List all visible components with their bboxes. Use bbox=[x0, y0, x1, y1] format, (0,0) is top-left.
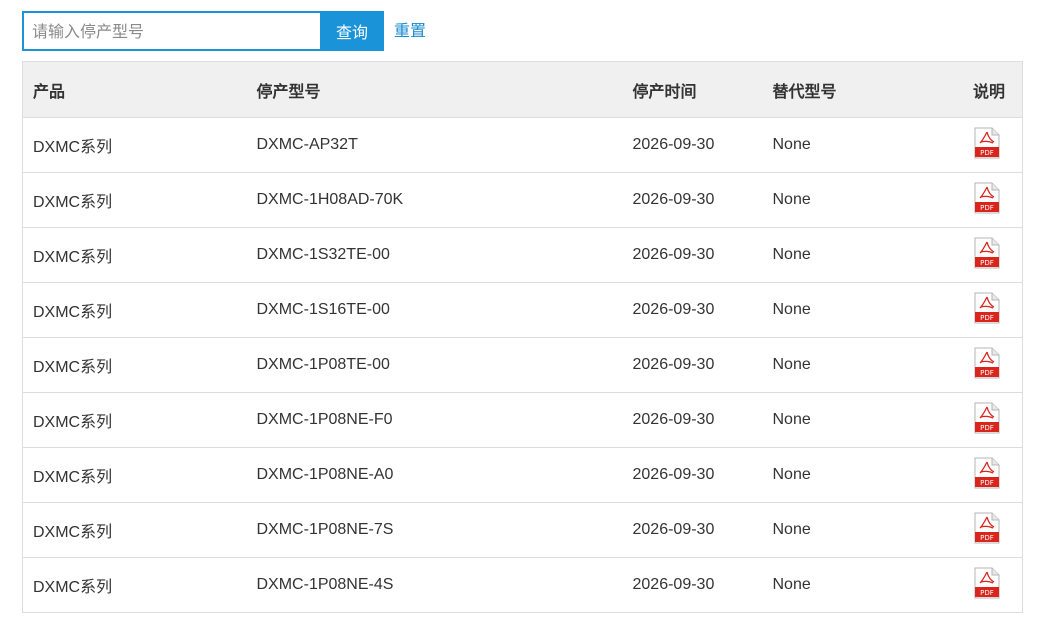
cell-product: DXMC系列 bbox=[33, 414, 113, 431]
pdf-icon[interactable]: PDF bbox=[974, 127, 1000, 164]
table-header-row: 产品 停产型号 停产时间 替代型号 说明 bbox=[22, 61, 1023, 118]
cell-model: DXMC-1P08NE-7S bbox=[256, 521, 394, 538]
cell-date: 2026-09-30 bbox=[632, 576, 715, 593]
cell-date: 2026-09-30 bbox=[632, 521, 715, 538]
cell-date: 2026-09-30 bbox=[632, 301, 715, 318]
search-input[interactable] bbox=[22, 11, 320, 51]
cell-doc: PDF bbox=[923, 283, 1023, 338]
pdf-icon[interactable]: PDF bbox=[974, 182, 1000, 219]
cell-product: DXMC系列 bbox=[33, 524, 113, 541]
header-doc: 说明 bbox=[922, 61, 1023, 118]
cell-model: DXMC-1P08NE-4S bbox=[256, 576, 394, 593]
cell-doc: PDF bbox=[923, 228, 1023, 283]
search-button[interactable]: 查询 bbox=[320, 11, 384, 51]
table-body: DXMC系列 DXMC-AP32T 2026-09-30 None PDF DX… bbox=[22, 118, 1023, 613]
table-row: DXMC系列 DXMC-1P08NE-A0 2026-09-30 None PD… bbox=[22, 448, 1023, 503]
cell-product: DXMC系列 bbox=[33, 249, 113, 266]
cell-replacement: None bbox=[772, 356, 811, 373]
cell-doc: PDF bbox=[923, 503, 1023, 558]
table-row: DXMC系列 DXMC-1P08TE-00 2026-09-30 None PD… bbox=[22, 338, 1023, 393]
cell-doc: PDF bbox=[923, 558, 1023, 613]
cell-model: DXMC-1S32TE-00 bbox=[256, 246, 390, 263]
cell-model: DXMC-1S16TE-00 bbox=[256, 301, 390, 318]
header-replacement: 替代型号 bbox=[762, 61, 923, 118]
svg-text:PDF: PDF bbox=[980, 534, 994, 542]
cell-date: 2026-09-30 bbox=[632, 466, 715, 483]
cell-date: 2026-09-30 bbox=[632, 356, 715, 373]
svg-text:PDF: PDF bbox=[980, 259, 994, 267]
pdf-icon[interactable]: PDF bbox=[974, 512, 1000, 549]
cell-product: DXMC系列 bbox=[33, 359, 113, 376]
cell-replacement: None bbox=[772, 521, 811, 538]
table-row: DXMC系列 DXMC-1H08AD-70K 2026-09-30 None P… bbox=[22, 173, 1023, 228]
cell-replacement: None bbox=[772, 246, 811, 263]
cell-product: DXMC系列 bbox=[33, 139, 113, 156]
header-model: 停产型号 bbox=[246, 61, 623, 118]
cell-date: 2026-09-30 bbox=[632, 136, 715, 153]
table-row: DXMC系列 DXMC-1S32TE-00 2026-09-30 None PD… bbox=[22, 228, 1023, 283]
header-date: 停产时间 bbox=[622, 61, 763, 118]
cell-replacement: None bbox=[772, 411, 811, 428]
reset-link[interactable]: 重置 bbox=[394, 17, 426, 41]
header-product: 产品 bbox=[22, 61, 247, 118]
table-row: DXMC系列 DXMC-1S16TE-00 2026-09-30 None PD… bbox=[22, 283, 1023, 338]
discontinued-table-container: 产品 停产型号 停产时间 替代型号 说明 DXMC系列 DXMC-AP32T 2… bbox=[22, 61, 1023, 613]
svg-text:PDF: PDF bbox=[980, 479, 994, 487]
table-row: DXMC系列 DXMC-1P08NE-4S 2026-09-30 None PD… bbox=[22, 558, 1023, 613]
cell-model: DXMC-1H08AD-70K bbox=[256, 191, 404, 208]
svg-text:PDF: PDF bbox=[980, 589, 994, 597]
pdf-icon[interactable]: PDF bbox=[974, 402, 1000, 439]
cell-model: DXMC-AP32T bbox=[256, 136, 358, 153]
svg-text:PDF: PDF bbox=[980, 314, 994, 322]
cell-doc: PDF bbox=[923, 448, 1023, 503]
cell-model: DXMC-1P08NE-F0 bbox=[256, 411, 393, 428]
svg-text:PDF: PDF bbox=[980, 204, 994, 212]
cell-doc: PDF bbox=[923, 393, 1023, 448]
cell-model: DXMC-1P08NE-A0 bbox=[256, 466, 394, 483]
discontinued-models-table: 产品 停产型号 停产时间 替代型号 说明 DXMC系列 DXMC-AP32T 2… bbox=[22, 61, 1023, 613]
pdf-icon[interactable]: PDF bbox=[974, 567, 1000, 604]
search-bar: 查询 重置 bbox=[22, 11, 426, 51]
table-row: DXMC系列 DXMC-AP32T 2026-09-30 None PDF bbox=[22, 118, 1023, 173]
pdf-icon[interactable]: PDF bbox=[974, 237, 1000, 274]
cell-product: DXMC系列 bbox=[33, 194, 113, 211]
cell-replacement: None bbox=[772, 466, 811, 483]
pdf-icon[interactable]: PDF bbox=[974, 457, 1000, 494]
pdf-icon[interactable]: PDF bbox=[974, 292, 1000, 329]
table-row: DXMC系列 DXMC-1P08NE-F0 2026-09-30 None PD… bbox=[22, 393, 1023, 448]
svg-text:PDF: PDF bbox=[980, 369, 994, 377]
cell-date: 2026-09-30 bbox=[632, 246, 715, 263]
svg-text:PDF: PDF bbox=[980, 424, 994, 432]
cell-date: 2026-09-30 bbox=[632, 191, 715, 208]
cell-doc: PDF bbox=[923, 118, 1023, 173]
cell-product: DXMC系列 bbox=[33, 304, 113, 321]
cell-doc: PDF bbox=[923, 338, 1023, 393]
table-row: DXMC系列 DXMC-1P08NE-7S 2026-09-30 None PD… bbox=[22, 503, 1023, 558]
pdf-icon[interactable]: PDF bbox=[974, 347, 1000, 384]
cell-replacement: None bbox=[772, 136, 811, 153]
cell-product: DXMC系列 bbox=[33, 469, 113, 486]
cell-product: DXMC系列 bbox=[33, 579, 113, 596]
cell-replacement: None bbox=[772, 191, 811, 208]
cell-replacement: None bbox=[772, 576, 811, 593]
svg-text:PDF: PDF bbox=[980, 149, 994, 157]
cell-model: DXMC-1P08TE-00 bbox=[256, 356, 390, 373]
cell-doc: PDF bbox=[923, 173, 1023, 228]
cell-replacement: None bbox=[772, 301, 811, 318]
cell-date: 2026-09-30 bbox=[632, 411, 715, 428]
